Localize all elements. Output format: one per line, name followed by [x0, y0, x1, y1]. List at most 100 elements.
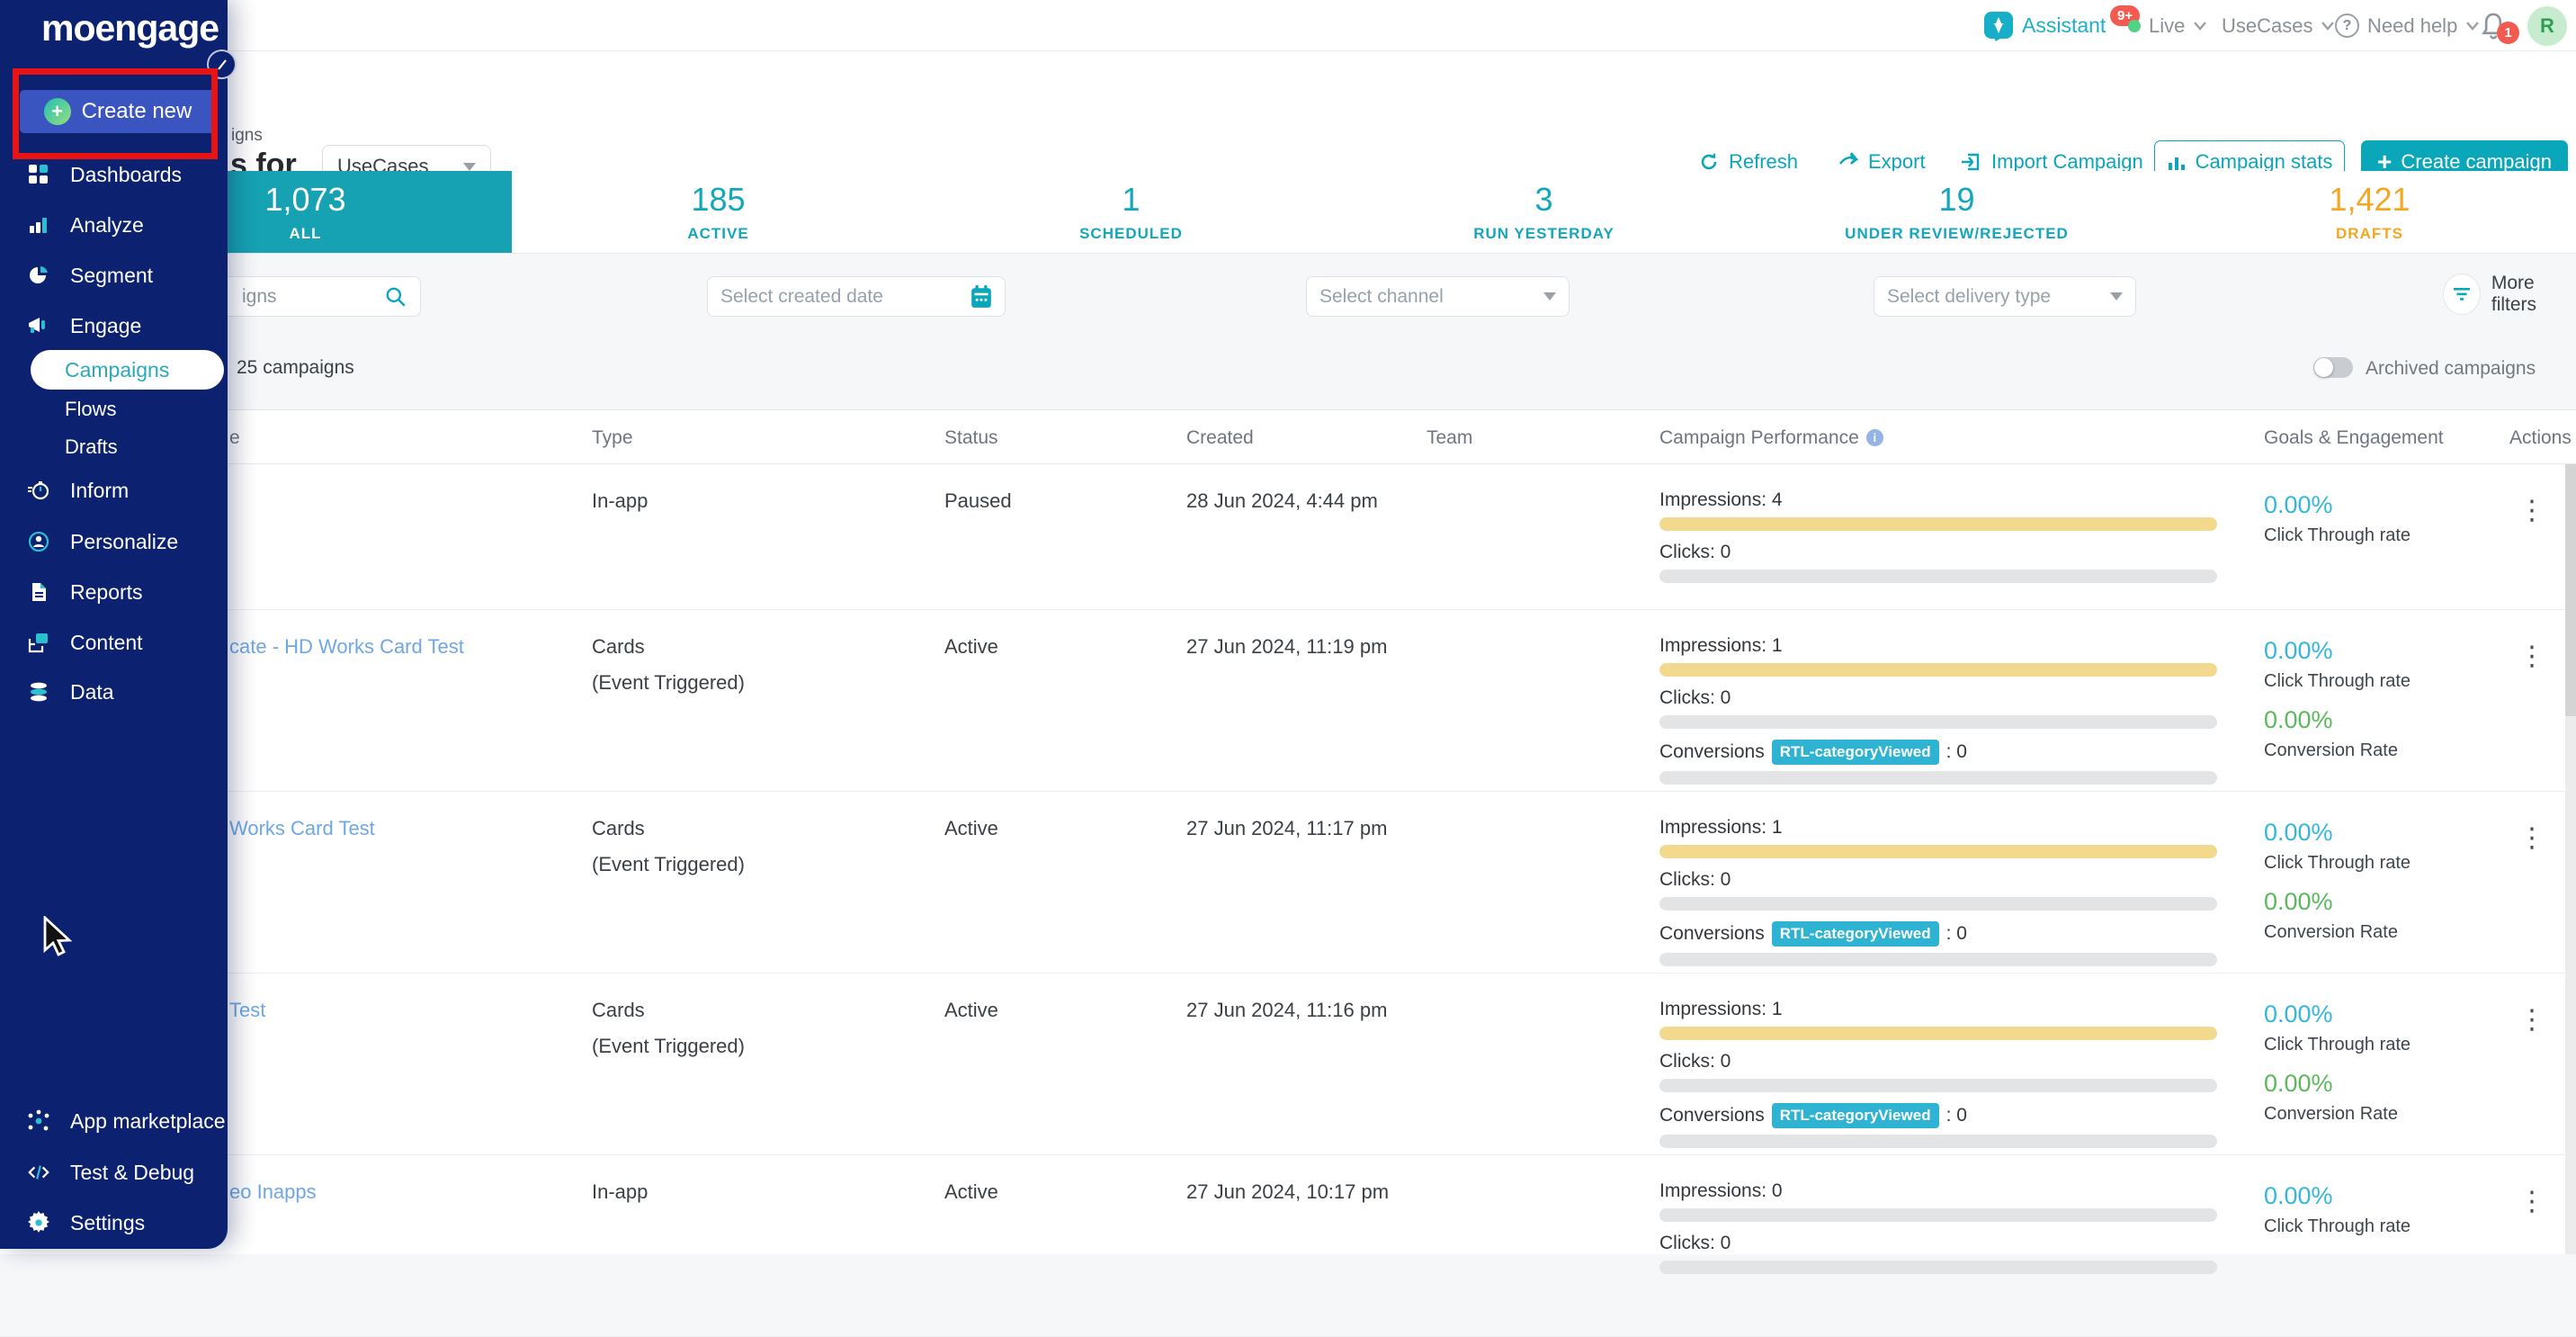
delivery-type-filter[interactable]: Select delivery type: [1874, 276, 2136, 317]
ctr-label: Click Through rate: [2264, 1216, 2411, 1237]
clicks-bar: [1659, 1261, 2217, 1274]
ctr-value: 0.00%: [2264, 1182, 2411, 1210]
row-actions-kebab[interactable]: ⋮: [2518, 822, 2547, 854]
sidebar-item-inform[interactable]: Inform: [27, 475, 129, 506]
environment-menu[interactable]: Live: [2128, 0, 2207, 51]
campaign-created: 27 Jun 2024, 11:17 pm: [1186, 817, 1387, 840]
campaign-status: Active: [944, 635, 998, 659]
ctr-value: 0.00%: [2264, 1001, 2411, 1028]
campaign-status: Paused: [944, 489, 1012, 513]
col-created[interactable]: Created: [1186, 427, 1254, 449]
col-team[interactable]: Team: [1427, 427, 1472, 449]
impressions-bar: [1659, 663, 2217, 677]
tab-scheduled[interactable]: 1 SCHEDULED: [925, 171, 1337, 253]
sidebar-item-dashboards[interactable]: Dashboards: [27, 159, 182, 190]
sidebar-item-reports[interactable]: Reports: [27, 577, 143, 607]
app-marketplace-icon: [27, 1109, 50, 1133]
dashboards-icon: [27, 163, 50, 186]
campaign-created: 28 Jun 2024, 4:44 pm: [1186, 489, 1378, 513]
workspace-menu[interactable]: UseCases: [2222, 0, 2335, 51]
mouse-cursor: [43, 916, 81, 957]
goals-engagement: 0.00% Click Through rate 0.00% Conversio…: [2264, 819, 2411, 957]
col-goals[interactable]: Goals & Engagement: [2264, 427, 2444, 449]
col-status[interactable]: Status: [944, 427, 998, 449]
table-header-row: e Type Status Created Team Campaign Perf…: [0, 410, 2576, 464]
impressions-label: Impressions: 1: [1659, 999, 2219, 1020]
campaign-performance: Impressions: 1 Clicks: 0 Conversions RTL…: [1659, 635, 2219, 795]
help-menu[interactable]: ? Need help: [2335, 0, 2480, 51]
col-name[interactable]: e: [229, 427, 240, 449]
tab-run-yesterday[interactable]: 3 RUN YESTERDAY: [1337, 171, 1750, 253]
col-type[interactable]: Type: [592, 427, 633, 449]
row-actions-kebab[interactable]: ⋮: [2518, 495, 2547, 526]
col-performance[interactable]: Campaign Performancei: [1659, 427, 1883, 449]
scrollbar-thumb[interactable]: [2565, 464, 2576, 716]
archived-campaigns-toggle[interactable]: [2313, 357, 2353, 378]
top-navigation-bar: Assistant 9+ Live UseCases ? Need help 1…: [0, 0, 2576, 51]
row-actions-kebab[interactable]: ⋮: [2518, 1004, 2547, 1036]
assistant-label: Assistant: [2022, 13, 2106, 38]
table-row[interactable]: Test Cards (Event Triggered) Active 27 J…: [0, 974, 2576, 1155]
sidebar-item-test-debug[interactable]: Test & Debug: [27, 1157, 194, 1188]
campaign-performance: Impressions: 4 Clicks: 0: [1659, 489, 2219, 594]
campaign-performance: Impressions: 1 Clicks: 0 Conversions RTL…: [1659, 817, 2219, 977]
campaign-name-link[interactable]: Test: [229, 999, 265, 1022]
cvr-label: Conversion Rate: [2264, 1104, 2411, 1125]
info-icon[interactable]: i: [1866, 429, 1883, 446]
sidebar-item-campaigns[interactable]: Campaigns: [31, 350, 224, 390]
annotation-highlight-box: [13, 68, 218, 159]
row-actions-kebab[interactable]: ⋮: [2518, 1186, 2547, 1217]
cvr-label: Conversion Rate: [2264, 922, 2411, 943]
sidebar-item-data[interactable]: Data: [27, 677, 114, 707]
campaign-created: 27 Jun 2024, 10:17 pm: [1186, 1180, 1389, 1204]
campaign-status: Active: [944, 999, 998, 1022]
tab-under-review[interactable]: 19 UNDER REVIEW/REJECTED: [1750, 171, 2163, 253]
table-row[interactable]: In-app Paused 28 Jun 2024, 4:44 pm Impre…: [0, 464, 2576, 610]
export-icon: [1838, 151, 1859, 173]
campaign-name-link[interactable]: Works Card Test: [229, 817, 375, 840]
sidebar-item-analyze[interactable]: Analyze: [27, 210, 144, 240]
avatar[interactable]: R: [2527, 6, 2567, 46]
sidebar: moengage + Create new Dashboards Analyze…: [0, 0, 228, 1249]
table-row[interactable]: cate - HD Works Card Test Cards (Event T…: [0, 610, 2576, 792]
bar-chart-icon: [2167, 152, 2187, 172]
sidebar-item-app-marketplace[interactable]: App marketplace: [27, 1106, 226, 1136]
sidebar-item-drafts[interactable]: Drafts: [65, 435, 118, 459]
sidebar-item-personalize[interactable]: Personalize: [27, 526, 178, 557]
analyze-icon: [27, 213, 50, 237]
clicks-bar: [1659, 715, 2217, 729]
sidebar-item-settings[interactable]: Settings: [27, 1207, 145, 1238]
live-label: Live: [2149, 14, 2185, 38]
campaign-created: 27 Jun 2024, 11:19 pm: [1186, 635, 1387, 659]
col-actions[interactable]: Actions: [2509, 427, 2572, 449]
sidebar-item-segment[interactable]: Segment: [27, 260, 153, 291]
table-row[interactable]: Works Card Test Cards (Event Triggered) …: [0, 792, 2576, 974]
goals-engagement: 0.00% Click Through rate 0.00% Conversio…: [2264, 637, 2411, 776]
channel-filter[interactable]: Select channel: [1306, 276, 1570, 317]
assistant-menu[interactable]: Assistant: [1983, 0, 2106, 51]
refresh-icon: [1698, 151, 1720, 173]
clicks-label: Clicks: 0: [1659, 869, 2219, 891]
assistant-icon: [1983, 11, 2014, 41]
campaign-type: Cards (Event Triggered): [592, 999, 745, 1058]
campaign-name-link[interactable]: eo Inapps: [229, 1180, 317, 1204]
table-row[interactable]: eo Inapps In-app Active 27 Jun 2024, 10:…: [0, 1155, 2576, 1337]
ctr-value: 0.00%: [2264, 819, 2411, 847]
live-status-dot: [2128, 20, 2141, 32]
gear-icon: [27, 1211, 50, 1234]
chevron-down-icon: [2193, 21, 2207, 31]
campaign-type: In-app: [592, 489, 648, 513]
created-date-filter[interactable]: Select created date: [707, 276, 1006, 317]
campaign-performance: Impressions: 1 Clicks: 0 Conversions RTL…: [1659, 999, 2219, 1159]
sidebar-item-engage[interactable]: Engage: [27, 310, 141, 341]
tab-drafts[interactable]: 1,421 DRAFTS: [2163, 171, 2576, 253]
reports-icon: [27, 580, 50, 604]
tab-active[interactable]: 185 ACTIVE: [512, 171, 925, 253]
sidebar-item-flows[interactable]: Flows: [65, 398, 116, 421]
campaign-status: Active: [944, 817, 998, 840]
campaign-name-link[interactable]: cate - HD Works Card Test: [229, 635, 464, 659]
ctr-label: Click Through rate: [2264, 525, 2411, 546]
more-filters-button[interactable]: More filters: [2443, 273, 2576, 316]
sidebar-item-content[interactable]: Content: [27, 627, 143, 658]
row-actions-kebab[interactable]: ⋮: [2518, 641, 2547, 672]
